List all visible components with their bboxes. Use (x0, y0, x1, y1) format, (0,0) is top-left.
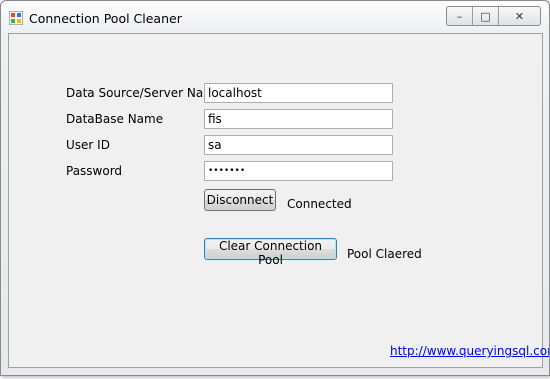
maximize-icon: □ (480, 9, 491, 23)
minimize-button[interactable]: – (447, 7, 473, 25)
close-icon: ✕ (514, 9, 525, 23)
disconnect-button[interactable]: Disconnect (204, 189, 276, 211)
connection-status: Connected (287, 197, 352, 211)
app-window-icon (9, 11, 23, 25)
database-name-label: DataBase Name (66, 112, 164, 126)
password-input[interactable] (204, 161, 393, 181)
website-link[interactable]: http://www.queryingsql.com (390, 344, 549, 358)
user-id-input[interactable] (204, 135, 393, 155)
clear-connection-pool-button[interactable]: Clear Connection Pool (204, 238, 337, 267)
maximize-button[interactable]: □ (473, 7, 499, 25)
password-label: Password (66, 164, 123, 178)
user-id-label: User ID (66, 138, 110, 152)
title-bar[interactable]: Connection Pool Cleaner – □ ✕ (1, 1, 549, 33)
server-name-label: Data Source/Server Name (66, 86, 223, 100)
window-title: Connection Pool Cleaner (29, 11, 182, 26)
window-controls: – □ ✕ (446, 6, 541, 26)
server-name-input[interactable] (204, 83, 393, 103)
app-window: Connection Pool Cleaner – □ ✕ Data Sourc… (0, 0, 550, 376)
pool-status: Pool Claered (347, 247, 422, 261)
minimize-icon: – (456, 9, 463, 23)
close-button[interactable]: ✕ (499, 7, 540, 25)
database-name-input[interactable] (204, 109, 393, 129)
form-panel: Data Source/Server Name DataBase Name Us… (8, 33, 549, 368)
